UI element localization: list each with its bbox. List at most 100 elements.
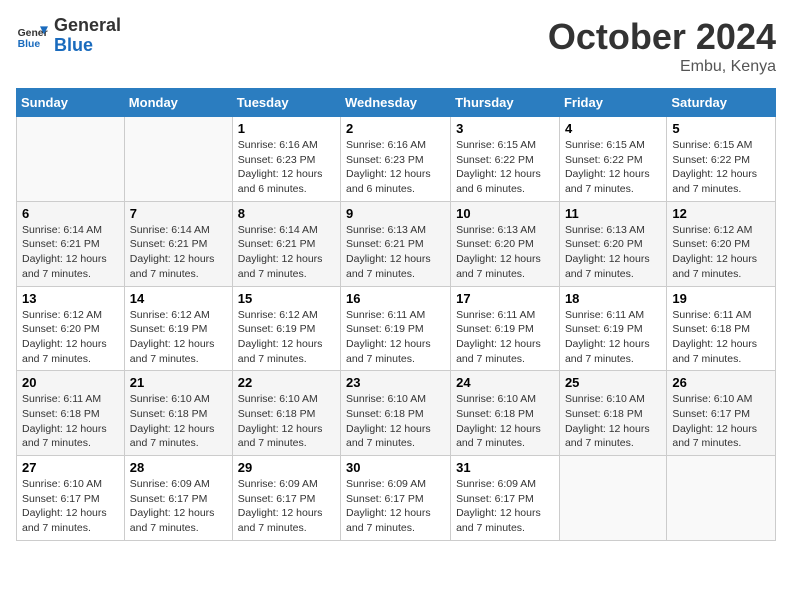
calendar-cell: 3 Sunrise: 6:15 AM Sunset: 6:22 PM Daylig…: [451, 117, 560, 202]
calendar-cell: 13Sunrise: 6:12 AM Sunset: 6:20 PM Dayli…: [17, 286, 125, 371]
calendar-cell: 8 Sunrise: 6:14 AM Sunset: 6:21 PM Daylig…: [232, 201, 340, 286]
calendar-cell: 14 Sunrise: 6:12 AM Sunset: 6:19 PM Dayli…: [124, 286, 232, 371]
calendar-cell: 24Sunrise: 6:10 AM Sunset: 6:18 PM Dayli…: [451, 371, 560, 456]
calendar-cell: 11 Sunrise: 6:13 AM Sunset: 6:20 PM Dayli…: [559, 201, 666, 286]
calendar-cell: 21Sunrise: 6:10 AM Sunset: 6:18 PM Dayli…: [124, 371, 232, 456]
calendar-cell: [124, 117, 232, 202]
day-info: Sunrise: 6:09 AM Sunset: 6:17 PM Dayligh…: [238, 477, 335, 536]
day-number: 24: [456, 375, 554, 390]
day-number: 14: [130, 291, 227, 306]
day-number: 20: [22, 375, 119, 390]
day-number: 3: [456, 121, 554, 136]
day-number: 30: [346, 460, 445, 475]
calendar-cell: 1 Sunrise: 6:16 AM Sunset: 6:23 PM Daylig…: [232, 117, 340, 202]
logo-text: General Blue: [54, 16, 121, 56]
calendar-header-row: SundayMondayTuesdayWednesdayThursdayFrid…: [17, 89, 776, 117]
calendar-cell: 10Sunrise: 6:13 AM Sunset: 6:20 PM Dayli…: [451, 201, 560, 286]
calendar-cell: 29Sunrise: 6:09 AM Sunset: 6:17 PM Dayli…: [232, 456, 340, 541]
col-header-thursday: Thursday: [451, 89, 560, 117]
week-row-1: 1 Sunrise: 6:16 AM Sunset: 6:23 PM Daylig…: [17, 117, 776, 202]
calendar-cell: 22Sunrise: 6:10 AM Sunset: 6:18 PM Dayli…: [232, 371, 340, 456]
location: Embu, Kenya: [548, 58, 776, 76]
calendar-cell: 19 Sunrise: 6:11 AM Sunset: 6:18 PM Dayli…: [667, 286, 776, 371]
day-info: Sunrise: 6:10 AM Sunset: 6:18 PM Dayligh…: [238, 392, 335, 451]
calendar-cell: 12 Sunrise: 6:12 AM Sunset: 6:20 PM Dayli…: [667, 201, 776, 286]
logo-icon: General Blue: [16, 20, 48, 52]
day-number: 5: [672, 121, 770, 136]
calendar-cell: 23 Sunrise: 6:10 AM Sunset: 6:18 PM Dayli…: [341, 371, 451, 456]
title-block: October 2024 Embu, Kenya: [548, 16, 776, 76]
calendar-cell: [667, 456, 776, 541]
day-info: Sunrise: 6:11 AM Sunset: 6:18 PM Dayligh…: [672, 308, 770, 367]
day-info: Sunrise: 6:12 AM Sunset: 6:19 PM Dayligh…: [238, 308, 335, 367]
calendar-cell: 9 Sunrise: 6:13 AM Sunset: 6:21 PM Daylig…: [341, 201, 451, 286]
week-row-2: 6 Sunrise: 6:14 AM Sunset: 6:21 PM Daylig…: [17, 201, 776, 286]
calendar-cell: 31 Sunrise: 6:09 AM Sunset: 6:17 PM Dayli…: [451, 456, 560, 541]
day-number: 27: [22, 460, 119, 475]
day-number: 18: [565, 291, 661, 306]
calendar-cell: 5 Sunrise: 6:15 AM Sunset: 6:22 PM Daylig…: [667, 117, 776, 202]
day-info: Sunrise: 6:10 AM Sunset: 6:18 PM Dayligh…: [346, 392, 445, 451]
col-header-saturday: Saturday: [667, 89, 776, 117]
day-info: Sunrise: 6:10 AM Sunset: 6:17 PM Dayligh…: [672, 392, 770, 451]
calendar-cell: 16Sunrise: 6:11 AM Sunset: 6:19 PM Dayli…: [341, 286, 451, 371]
day-info: Sunrise: 6:11 AM Sunset: 6:19 PM Dayligh…: [456, 308, 554, 367]
logo: General Blue General Blue: [16, 16, 121, 56]
calendar-cell: 4 Sunrise: 6:15 AM Sunset: 6:22 PM Daylig…: [559, 117, 666, 202]
day-number: 17: [456, 291, 554, 306]
day-info: Sunrise: 6:09 AM Sunset: 6:17 PM Dayligh…: [346, 477, 445, 536]
day-number: 8: [238, 206, 335, 221]
day-info: Sunrise: 6:15 AM Sunset: 6:22 PM Dayligh…: [672, 138, 770, 197]
day-info: Sunrise: 6:14 AM Sunset: 6:21 PM Dayligh…: [130, 223, 227, 282]
page-header: General Blue General Blue October 2024 E…: [16, 16, 776, 76]
day-number: 28: [130, 460, 227, 475]
day-info: Sunrise: 6:16 AM Sunset: 6:23 PM Dayligh…: [346, 138, 445, 197]
calendar-cell: 28 Sunrise: 6:09 AM Sunset: 6:17 PM Dayli…: [124, 456, 232, 541]
calendar-table: SundayMondayTuesdayWednesdayThursdayFrid…: [16, 88, 776, 541]
calendar-cell: 27 Sunrise: 6:10 AM Sunset: 6:17 PM Dayli…: [17, 456, 125, 541]
day-number: 12: [672, 206, 770, 221]
day-number: 10: [456, 206, 554, 221]
day-info: Sunrise: 6:09 AM Sunset: 6:17 PM Dayligh…: [456, 477, 554, 536]
calendar-cell: [559, 456, 666, 541]
day-number: 25: [565, 375, 661, 390]
month-title: October 2024: [548, 16, 776, 58]
col-header-wednesday: Wednesday: [341, 89, 451, 117]
day-number: 7: [130, 206, 227, 221]
day-number: 1: [238, 121, 335, 136]
calendar-cell: 7 Sunrise: 6:14 AM Sunset: 6:21 PM Daylig…: [124, 201, 232, 286]
col-header-friday: Friday: [559, 89, 666, 117]
day-info: Sunrise: 6:15 AM Sunset: 6:22 PM Dayligh…: [456, 138, 554, 197]
day-number: 4: [565, 121, 661, 136]
calendar-cell: 17 Sunrise: 6:11 AM Sunset: 6:19 PM Dayli…: [451, 286, 560, 371]
day-info: Sunrise: 6:13 AM Sunset: 6:21 PM Dayligh…: [346, 223, 445, 282]
day-number: 9: [346, 206, 445, 221]
day-info: Sunrise: 6:14 AM Sunset: 6:21 PM Dayligh…: [22, 223, 119, 282]
day-number: 23: [346, 375, 445, 390]
week-row-5: 27 Sunrise: 6:10 AM Sunset: 6:17 PM Dayli…: [17, 456, 776, 541]
calendar-cell: 15 Sunrise: 6:12 AM Sunset: 6:19 PM Dayli…: [232, 286, 340, 371]
svg-text:Blue: Blue: [18, 39, 41, 50]
day-number: 19: [672, 291, 770, 306]
day-info: Sunrise: 6:12 AM Sunset: 6:20 PM Dayligh…: [672, 223, 770, 282]
week-row-3: 13Sunrise: 6:12 AM Sunset: 6:20 PM Dayli…: [17, 286, 776, 371]
col-header-sunday: Sunday: [17, 89, 125, 117]
day-info: Sunrise: 6:16 AM Sunset: 6:23 PM Dayligh…: [238, 138, 335, 197]
day-number: 31: [456, 460, 554, 475]
day-number: 11: [565, 206, 661, 221]
week-row-4: 20 Sunrise: 6:11 AM Sunset: 6:18 PM Dayli…: [17, 371, 776, 456]
day-info: Sunrise: 6:11 AM Sunset: 6:18 PM Dayligh…: [22, 392, 119, 451]
day-info: Sunrise: 6:15 AM Sunset: 6:22 PM Dayligh…: [565, 138, 661, 197]
day-info: Sunrise: 6:09 AM Sunset: 6:17 PM Dayligh…: [130, 477, 227, 536]
day-info: Sunrise: 6:13 AM Sunset: 6:20 PM Dayligh…: [565, 223, 661, 282]
day-number: 6: [22, 206, 119, 221]
calendar-cell: 6 Sunrise: 6:14 AM Sunset: 6:21 PM Daylig…: [17, 201, 125, 286]
day-info: Sunrise: 6:12 AM Sunset: 6:19 PM Dayligh…: [130, 308, 227, 367]
calendar-cell: 20 Sunrise: 6:11 AM Sunset: 6:18 PM Dayli…: [17, 371, 125, 456]
day-info: Sunrise: 6:10 AM Sunset: 6:17 PM Dayligh…: [22, 477, 119, 536]
day-info: Sunrise: 6:14 AM Sunset: 6:21 PM Dayligh…: [238, 223, 335, 282]
day-number: 21: [130, 375, 227, 390]
calendar-cell: [17, 117, 125, 202]
day-number: 26: [672, 375, 770, 390]
day-number: 15: [238, 291, 335, 306]
